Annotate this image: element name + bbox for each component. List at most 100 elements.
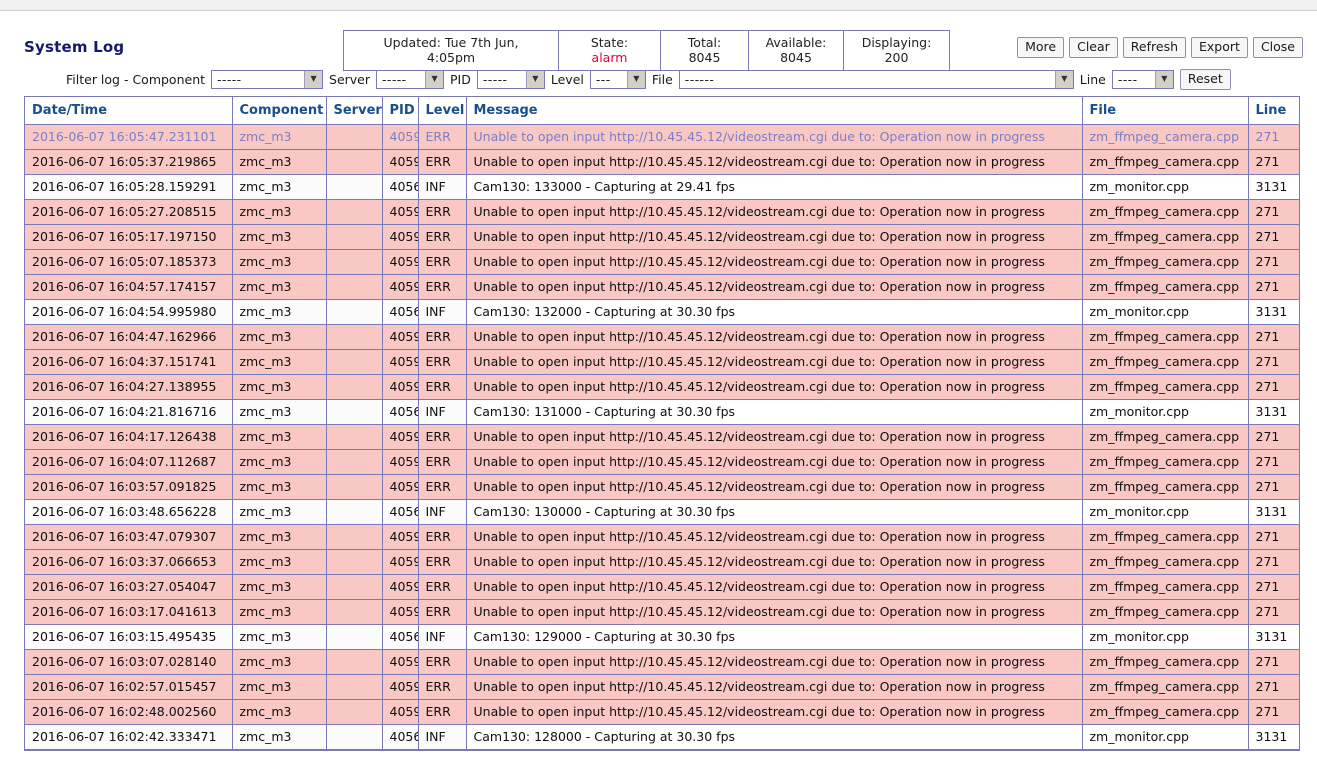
- status-updated-value: 4:05pm: [426, 50, 476, 65]
- cell-message: Unable to open input http://10.45.45.12/…: [466, 549, 1083, 575]
- status-available-value: 8045: [780, 50, 812, 65]
- filter-server-select[interactable]: ----- ▼: [376, 69, 445, 89]
- column-header-server[interactable]: Server: [326, 97, 383, 125]
- column-header-level[interactable]: Level: [418, 97, 467, 125]
- cell-component: zmc_m3: [232, 374, 327, 400]
- cell-server: [326, 524, 383, 550]
- table-row[interactable]: 2016-06-07 16:05:17.197150zmc_m3 4059ERRU…: [25, 224, 1299, 250]
- cell-datetime: 2016-06-07 16:04:17.126438: [25, 424, 233, 450]
- cell-file: zm_ffmpeg_camera.cpp: [1082, 374, 1249, 400]
- export-button[interactable]: Export: [1191, 37, 1248, 58]
- cell-level: ERR: [418, 149, 467, 175]
- filter-pid-select[interactable]: ----- ▼: [476, 69, 545, 89]
- cell-pid: 4059: [382, 599, 419, 625]
- reset-filter-button[interactable]: Reset: [1179, 68, 1231, 90]
- cell-pid: 4059: [382, 374, 419, 400]
- table-row[interactable]: 2016-06-07 16:05:47.231101zmc_m3 4059ERRU…: [25, 124, 1299, 150]
- cell-level: ERR: [418, 124, 467, 150]
- cell-level: ERR: [418, 599, 467, 625]
- cell-server: [326, 274, 383, 300]
- table-row[interactable]: 2016-06-07 16:02:48.002560zmc_m3 4059ERRU…: [25, 699, 1299, 725]
- column-header-component[interactable]: Component: [232, 97, 327, 125]
- table-row[interactable]: 2016-06-07 16:05:37.219865zmc_m3 4059ERRU…: [25, 149, 1299, 175]
- table-row[interactable]: 2016-06-07 16:04:57.174157zmc_m3 4059ERRU…: [25, 274, 1299, 300]
- cell-message: Unable to open input http://10.45.45.12/…: [466, 224, 1083, 250]
- cell-message: Unable to open input http://10.45.45.12/…: [466, 474, 1083, 500]
- table-row[interactable]: 2016-06-07 16:04:54.995980zmc_m3 4056INFC…: [25, 299, 1299, 325]
- more-button[interactable]: More: [1017, 37, 1065, 58]
- cell-server: [326, 224, 383, 250]
- filter-component-select[interactable]: ----- ▼: [211, 69, 324, 89]
- cell-line: 271: [1248, 599, 1299, 625]
- cell-component: zmc_m3: [232, 574, 327, 600]
- cell-line: 271: [1248, 574, 1299, 600]
- column-header-message[interactable]: Message: [466, 97, 1083, 125]
- table-row[interactable]: 2016-06-07 16:03:07.028140zmc_m3 4059ERRU…: [25, 649, 1299, 675]
- table-row[interactable]: 2016-06-07 16:03:37.066653zmc_m3 4059ERRU…: [25, 549, 1299, 575]
- cell-datetime: 2016-06-07 16:05:47.231101: [25, 124, 233, 150]
- cell-line: 3131: [1248, 174, 1299, 200]
- cell-server: [326, 149, 383, 175]
- table-row[interactable]: 2016-06-07 16:02:57.015457zmc_m3 4059ERRU…: [25, 674, 1299, 700]
- table-row[interactable]: 2016-06-07 16:05:28.159291zmc_m3 4056INFC…: [25, 174, 1299, 200]
- close-button[interactable]: Close: [1252, 37, 1303, 58]
- cell-datetime: 2016-06-07 16:02:42.333471: [25, 724, 233, 750]
- table-row[interactable]: 2016-06-07 16:04:17.126438zmc_m3 4059ERRU…: [25, 424, 1299, 450]
- column-header-file[interactable]: File: [1082, 97, 1249, 125]
- table-row[interactable]: 2016-06-07 16:04:21.816716zmc_m3 4056INFC…: [25, 399, 1299, 425]
- refresh-button[interactable]: Refresh: [1122, 37, 1187, 58]
- table-row[interactable]: 2016-06-07 16:03:17.041613zmc_m3 4059ERRU…: [25, 599, 1299, 625]
- table-row[interactable]: 2016-06-07 16:04:27.138955zmc_m3 4059ERRU…: [25, 374, 1299, 400]
- cell-message: Unable to open input http://10.45.45.12/…: [466, 574, 1083, 600]
- column-header-pid[interactable]: PID: [382, 97, 419, 125]
- table-row[interactable]: 2016-06-07 16:03:48.656228zmc_m3 4056INFC…: [25, 499, 1299, 525]
- table-row[interactable]: 2016-06-07 16:05:27.208515zmc_m3 4059ERRU…: [25, 199, 1299, 225]
- cell-level: ERR: [418, 574, 467, 600]
- cell-component: zmc_m3: [232, 524, 327, 550]
- table-row[interactable]: 2016-06-07 16:02:42.333471zmc_m3 4056INFC…: [25, 724, 1299, 750]
- cell-pid: 4059: [382, 449, 419, 475]
- cell-level: ERR: [418, 274, 467, 300]
- table-row[interactable]: 2016-06-07 16:03:27.054047zmc_m3 4059ERRU…: [25, 574, 1299, 600]
- cell-component: zmc_m3: [232, 399, 327, 425]
- cell-datetime: 2016-06-07 16:03:57.091825: [25, 474, 233, 500]
- cell-level: ERR: [418, 199, 467, 225]
- cell-line: 271: [1248, 199, 1299, 225]
- cell-level: INF: [418, 499, 467, 525]
- cell-line: 271: [1248, 549, 1299, 575]
- table-row[interactable]: 2016-06-07 16:03:47.079307zmc_m3 4059ERRU…: [25, 524, 1299, 550]
- cell-server: [326, 199, 383, 225]
- cell-file: zm_ffmpeg_camera.cpp: [1082, 474, 1249, 500]
- table-row[interactable]: 2016-06-07 16:04:07.112687zmc_m3 4059ERRU…: [25, 449, 1299, 475]
- cell-datetime: 2016-06-07 16:04:54.995980: [25, 299, 233, 325]
- cell-server: [326, 699, 383, 725]
- action-button-bar: More Clear Refresh Export Close: [1017, 37, 1303, 58]
- clear-button[interactable]: Clear: [1069, 37, 1118, 58]
- cell-component: zmc_m3: [232, 724, 327, 750]
- status-state-label: State:: [590, 35, 629, 50]
- table-row[interactable]: 2016-06-07 16:03:57.091825zmc_m3 4059ERRU…: [25, 474, 1299, 500]
- table-row[interactable]: 2016-06-07 16:05:07.185373zmc_m3 4059ERRU…: [25, 249, 1299, 275]
- filter-component-label: Filter log - Component: [66, 71, 206, 87]
- cell-server: [326, 424, 383, 450]
- column-header-datetime[interactable]: Date/Time: [25, 97, 233, 125]
- table-row[interactable]: 2016-06-07 16:04:47.162966zmc_m3 4059ERRU…: [25, 324, 1299, 350]
- cell-line: 3131: [1248, 724, 1299, 750]
- cell-server: [326, 674, 383, 700]
- cell-datetime: 2016-06-07 16:03:47.079307: [25, 524, 233, 550]
- filter-line-select[interactable]: ---- ▼: [1111, 69, 1174, 89]
- table-row[interactable]: 2016-06-07 16:04:37.151741zmc_m3 4059ERRU…: [25, 349, 1299, 375]
- chevron-down-icon: ▼: [1054, 70, 1073, 88]
- table-row[interactable]: 2016-06-07 16:03:15.495435zmc_m3 4056INFC…: [25, 624, 1299, 650]
- cell-file: zm_ffmpeg_camera.cpp: [1082, 124, 1249, 150]
- cell-line: 271: [1248, 474, 1299, 500]
- cell-level: INF: [418, 299, 467, 325]
- filter-level-select[interactable]: --- ▼: [589, 69, 646, 89]
- filter-file-select[interactable]: ------ ▼: [678, 69, 1074, 89]
- cell-file: zm_ffmpeg_camera.cpp: [1082, 249, 1249, 275]
- cell-level: INF: [418, 399, 467, 425]
- column-header-line[interactable]: Line: [1248, 97, 1299, 125]
- cell-datetime: 2016-06-07 16:05:28.159291: [25, 174, 233, 200]
- status-available-label: Available:: [765, 35, 827, 50]
- cell-datetime: 2016-06-07 16:04:57.174157: [25, 274, 233, 300]
